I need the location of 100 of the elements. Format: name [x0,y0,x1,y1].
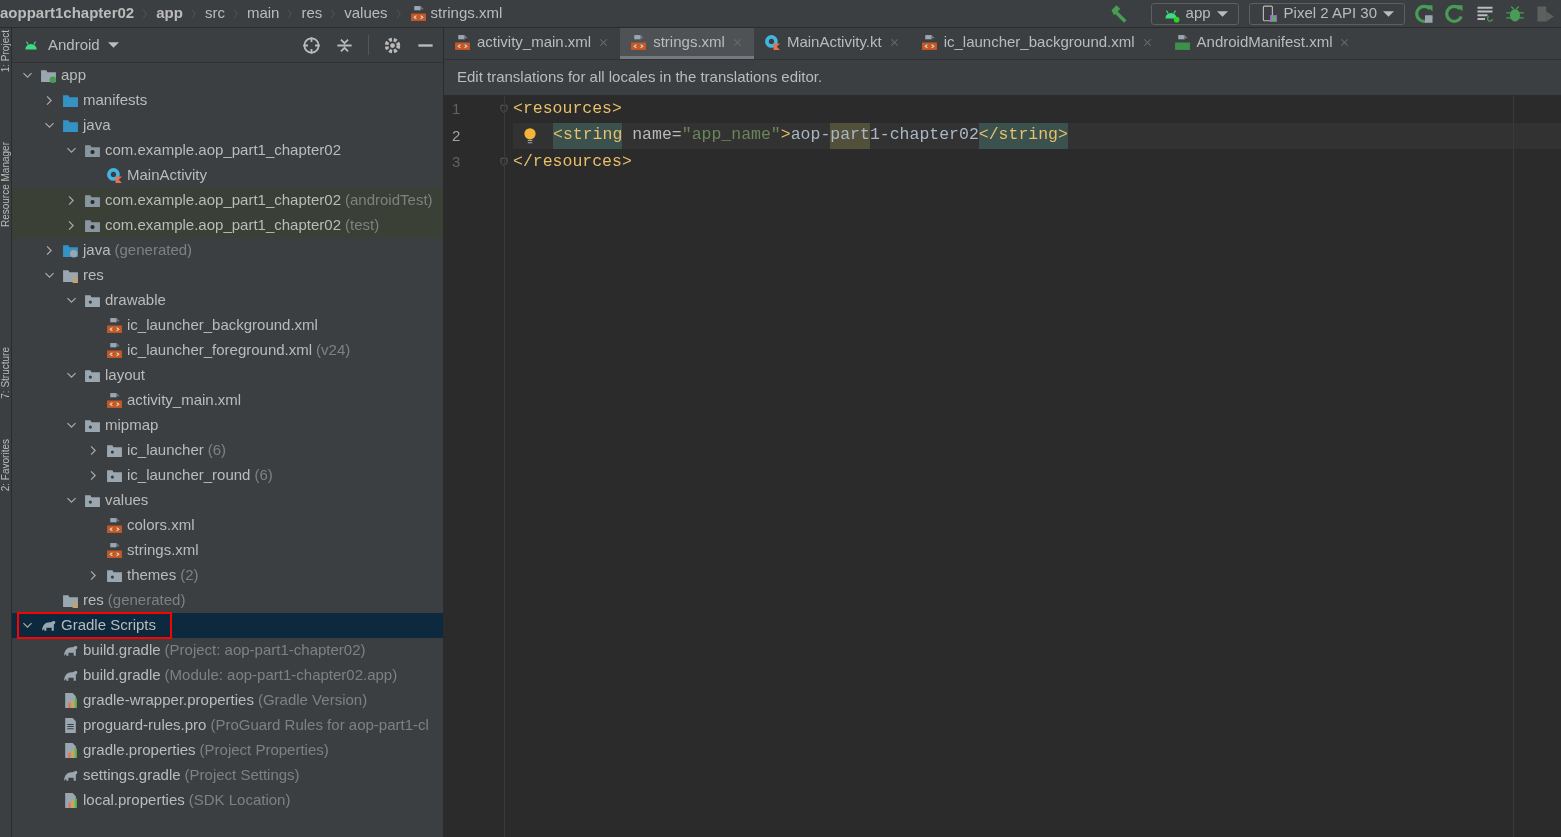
tree-item-note: (generated) [107,590,186,611]
kotlin-class-icon [106,167,123,184]
editor-tab[interactable]: MainActivity.kt [753,28,911,59]
tree-row[interactable]: ic_launcher_background.xml [12,313,443,338]
xml-file-icon [106,317,123,334]
breadcrumb-item[interactable]: aoppart1chapter02 [0,2,135,25]
tree-item-note: (6) [207,440,227,461]
fold-marker-icon[interactable] [497,156,510,169]
device-dropdown[interactable]: Pixel 2 API 30 [1248,2,1405,25]
tree-row[interactable]: java [12,113,443,138]
breadcrumb-item[interactable]: strings.xml [430,2,503,25]
tree-row[interactable]: ic_launcher (6) [12,438,443,463]
breadcrumb-item[interactable]: main [246,2,280,25]
tree-row[interactable]: settings.gradle (Project Settings) [12,763,443,788]
tree-item-note: (2) [180,565,199,586]
xml-file-icon [106,392,123,409]
xml-file-icon [630,33,648,51]
generated-folder-icon [62,242,79,259]
package-icon [84,192,101,209]
tool-window-tab[interactable]: 1: Project [0,30,11,73]
folder-icon [106,567,123,584]
tree-row[interactable]: gradle-wrapper.properties (Gradle Version) [12,688,443,713]
xml-file-icon [920,33,938,51]
tree-row[interactable]: com.example.aop_part1_chapter02 (test) [12,213,443,238]
editor-tab[interactable]: ic_launcher_background.xml [910,28,1164,59]
apply-changes-icon[interactable] [1445,3,1465,24]
tree-item-note: (SDK Location) [188,790,291,811]
editor-tab[interactable]: strings.xml [620,28,754,59]
tree-item-note: (generated) [114,240,193,261]
folder-icon [84,492,101,509]
tree-row[interactable]: build.gradle (Project: aop-part1-chapter02) [12,638,443,663]
editor-tab[interactable]: AndroidManifest.xml [1163,28,1362,59]
resource-folder-icon [62,592,79,609]
tree-row[interactable]: Gradle Scripts [12,613,443,638]
tree-item-label: ic_launcher_foreground.xml [127,340,313,361]
tree-item-note: (ProGuard Rules for aop-part1-cl [210,715,429,736]
tree-row[interactable]: proguard-rules.pro (ProGuard Rules for aop-part1-cl [12,713,443,738]
tree-item-label: java [83,240,111,261]
run-config-dropdown[interactable]: app [1150,2,1239,25]
tool-window-tab[interactable]: 7: Structure [0,347,11,399]
tree-item-label: proguard-rules.pro [83,715,207,736]
breadcrumb-item[interactable]: app [156,2,183,25]
tree-row[interactable]: res (generated) [12,588,443,613]
tree-item-label: gradle-wrapper.properties [83,690,254,711]
properties-file-icon [62,692,79,709]
lightbulb-icon[interactable] [521,126,539,145]
tree-row[interactable]: MainActivity [12,163,443,188]
breadcrumb-item[interactable]: res [301,2,323,25]
line-number: 1 [451,99,462,119]
view-dropdown[interactable]: Android [22,33,119,57]
tree-row[interactable]: values [12,488,443,513]
tree-item-note: (androidTest) [345,190,433,211]
editor-tab[interactable]: activity_main.xml [444,28,621,59]
tree-item-label: ic_launcher_background.xml [127,315,318,336]
tree-row[interactable]: local.properties (SDK Location) [12,788,443,813]
code-line: <resources> [513,97,623,120]
folder-icon [84,292,101,309]
notification-text: Edit translations for all locales in the translations editor. [457,67,823,88]
locate-icon[interactable] [302,35,321,55]
bug-icon[interactable] [1505,3,1525,24]
breadcrumb-item[interactable]: src [204,2,225,25]
tree-row[interactable]: com.example.aop_part1_chapter02 [12,138,443,163]
tree-row[interactable]: layout [12,363,443,388]
tree-row[interactable]: drawable [12,288,443,313]
caret-icon [1216,10,1228,17]
folder-icon [84,367,101,384]
tree-row[interactable]: java (generated) [12,238,443,263]
tree-item-label: activity_main.xml [127,390,242,411]
tree-row[interactable]: build.gradle (Module: aop-part1-chapter02.app) [12,663,443,688]
tree-item-label: gradle.properties [83,740,196,761]
tree-row[interactable]: themes (2) [12,563,443,588]
tree-row[interactable]: ic_launcher_foreground.xml (v24) [12,338,443,363]
tree-item-label: MainActivity [127,165,208,186]
tree-row[interactable]: mipmap [12,413,443,438]
caret-icon [107,42,119,48]
tree-row[interactable]: strings.xml [12,538,443,563]
settings-icon[interactable] [383,35,402,55]
tree-item-label: layout [105,365,146,386]
xml-file-icon [454,33,471,51]
folder-icon [62,92,79,109]
fold-marker-icon[interactable] [497,103,510,116]
breadcrumb-item[interactable]: values [344,2,388,25]
tree-row[interactable]: manifests [12,88,443,113]
tree-row[interactable]: colors.xml [12,513,443,538]
rerun-icon[interactable] [1415,3,1435,24]
tree-item-label: res [83,590,104,611]
properties-file-icon [62,792,79,809]
tree-item-label: app [61,65,87,86]
tree-row[interactable]: ic_launcher_round (6) [12,463,443,488]
tool-window-tab[interactable]: Resource Manager [0,142,11,228]
tree-item-label: strings.xml [127,540,199,561]
tree-item-note: (test) [345,215,380,236]
tree-row[interactable]: gradle.properties (Project Properties) [12,738,443,763]
tree-row[interactable]: res [12,263,443,288]
tool-window-tab[interactable]: 2: Favorites [0,439,11,492]
tree-row[interactable]: app [12,63,443,88]
properties-file-icon [62,742,79,759]
tree-row[interactable]: com.example.aop_part1_chapter02 (androidTest) [12,188,443,213]
xml-file-icon [106,342,123,359]
tree-row[interactable]: activity_main.xml [12,388,443,413]
